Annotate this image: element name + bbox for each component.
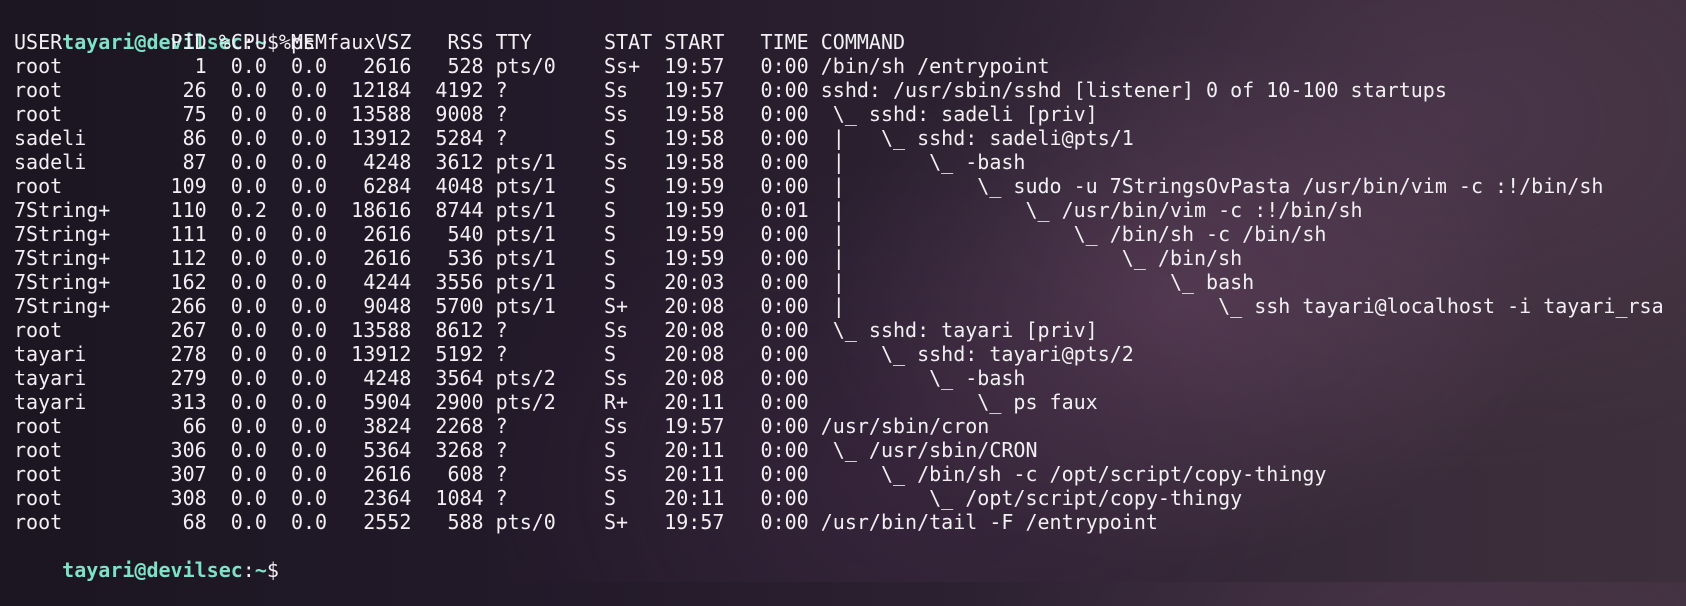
process-row: root 1 0.0 0.0 2616 528 pts/0 Ss+ 19:57 … — [14, 54, 1050, 78]
process-row: root 66 0.0 0.0 3824 2268 ? Ss 19:57 0:0… — [14, 414, 990, 438]
process-row: root 75 0.0 0.0 13588 9008 ? Ss 19:58 0:… — [14, 102, 1098, 126]
terminal-window[interactable]: { "prompt": { "user_host": "tayari@devil… — [0, 0, 1686, 582]
process-row: 7String+ 162 0.0 0.0 4244 3556 pts/1 S 2… — [14, 270, 1255, 294]
process-table-header: USER PID %CPU %MEM VSZ RSS TTY STAT STAR… — [14, 30, 906, 54]
process-row: 7String+ 266 0.0 0.0 9048 5700 pts/1 S+ … — [14, 294, 1664, 318]
process-row: tayari 278 0.0 0.0 13912 5192 ? S 20:08 … — [14, 342, 1134, 366]
process-row: root 68 0.0 0.0 2552 588 pts/0 S+ 19:57 … — [14, 510, 1158, 534]
process-row: 7String+ 111 0.0 0.0 2616 540 pts/1 S 19… — [14, 222, 1327, 246]
process-row: 7String+ 110 0.2 0.0 18616 8744 pts/1 S … — [14, 198, 1363, 222]
terminal-output[interactable]: tayari@devilsec:~$ ps faux USER PID %CPU… — [14, 6, 1686, 582]
process-row: root 267 0.0 0.0 13588 8612 ? Ss 20:08 0… — [14, 318, 1098, 342]
prompt-user-host: tayari@devilsec — [62, 558, 243, 582]
prompt-separator: : — [242, 558, 255, 582]
process-row: tayari 313 0.0 0.0 5904 2900 pts/2 R+ 20… — [14, 390, 1098, 414]
process-row: root 306 0.0 0.0 5364 3268 ? S 20:11 0:0… — [14, 438, 1038, 462]
process-row: root 26 0.0 0.0 12184 4192 ? Ss 19:57 0:… — [14, 78, 1447, 102]
process-row: tayari 279 0.0 0.0 4248 3564 pts/2 Ss 20… — [14, 366, 1026, 390]
prompt-path: ~ — [254, 558, 267, 582]
process-row: root 307 0.0 0.0 2616 608 ? Ss 20:11 0:0… — [14, 462, 1327, 486]
command-line: tayari@devilsec:~$ ps faux — [14, 6, 1686, 54]
process-row: 7String+ 112 0.0 0.0 2616 536 pts/1 S 19… — [14, 246, 1243, 270]
process-row: sadeli 86 0.0 0.0 13912 5284 ? S 19:58 0… — [14, 126, 1134, 150]
process-row: root 109 0.0 0.0 6284 4048 pts/1 S 19:59… — [14, 174, 1604, 198]
process-row: root 308 0.0 0.0 2364 1084 ? S 20:11 0:0… — [14, 486, 1243, 510]
current-prompt-line[interactable]: tayari@devilsec:~$ — [14, 534, 1686, 582]
prompt-symbol: $ — [266, 558, 279, 582]
process-table: root 1 0.0 0.0 2616 528 pts/0 Ss+ 19:57 … — [14, 54, 1686, 534]
process-row: sadeli 87 0.0 0.0 4248 3612 pts/1 Ss 19:… — [14, 150, 1026, 174]
